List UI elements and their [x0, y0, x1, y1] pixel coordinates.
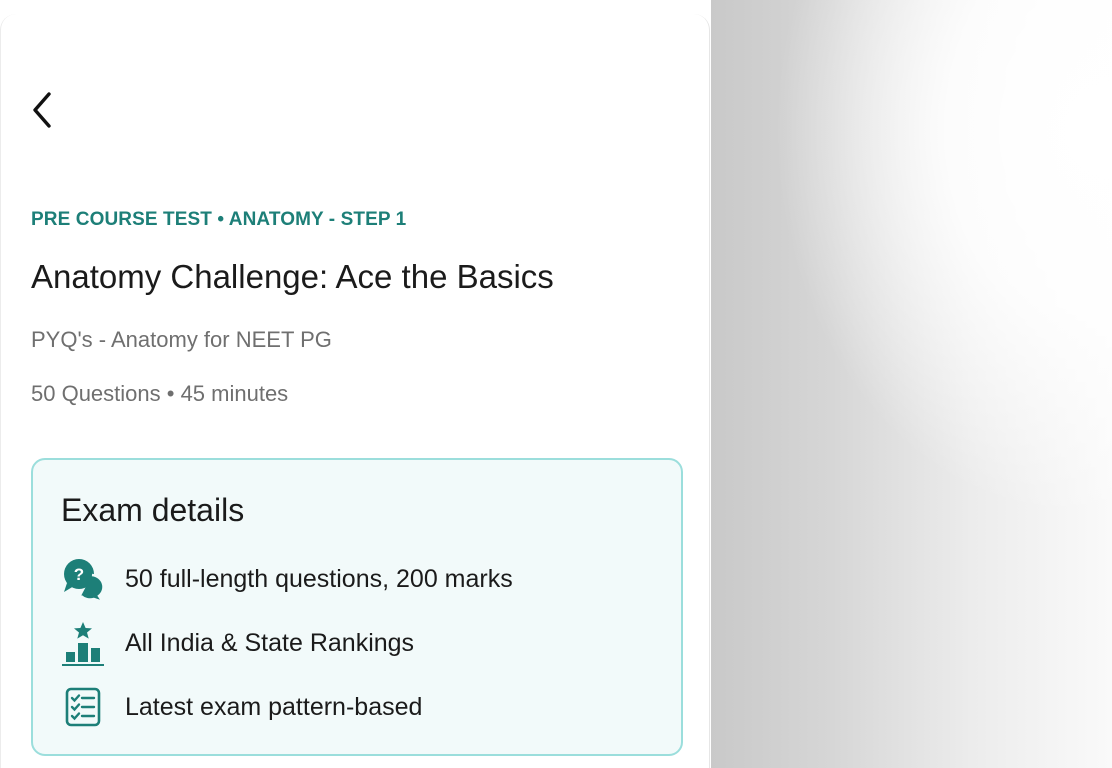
feature-item-rankings: All India & State Rankings	[59, 618, 659, 668]
test-meta: 50 Questions • 45 minutes	[31, 381, 289, 406]
feature-text: All India & State Rankings	[125, 628, 415, 657]
checklist-icon	[59, 683, 107, 731]
test-details-sheet: PRE COURSE TEST • ANATOMY - STEP 1 Anato…	[0, 14, 710, 768]
svg-text:?: ?	[74, 565, 84, 584]
podium-rankings-icon	[59, 619, 107, 667]
chevron-left-icon	[33, 92, 51, 128]
question-chat-icon: ?	[59, 555, 107, 603]
feature-item-questions: ? 50 full-length questions, 200 marks	[59, 554, 659, 604]
feature-text: Latest exam pattern-based	[125, 692, 423, 721]
back-button[interactable]	[25, 88, 61, 132]
feature-item-pattern: Latest exam pattern-based	[59, 682, 659, 732]
test-title: Anatomy Challenge: Ace the Basics	[31, 258, 554, 295]
feature-text: 50 full-length questions, 200 marks	[125, 564, 513, 593]
test-category-label: PRE COURSE TEST • ANATOMY - STEP 1	[31, 209, 407, 230]
exam-details-card: Exam details ? 50 full-length questions,…	[31, 458, 683, 756]
exam-details-title: Exam details	[61, 492, 245, 528]
test-subtitle: PYQ's - Anatomy for NEET PG	[31, 327, 332, 352]
dimmed-background	[711, 0, 1112, 768]
